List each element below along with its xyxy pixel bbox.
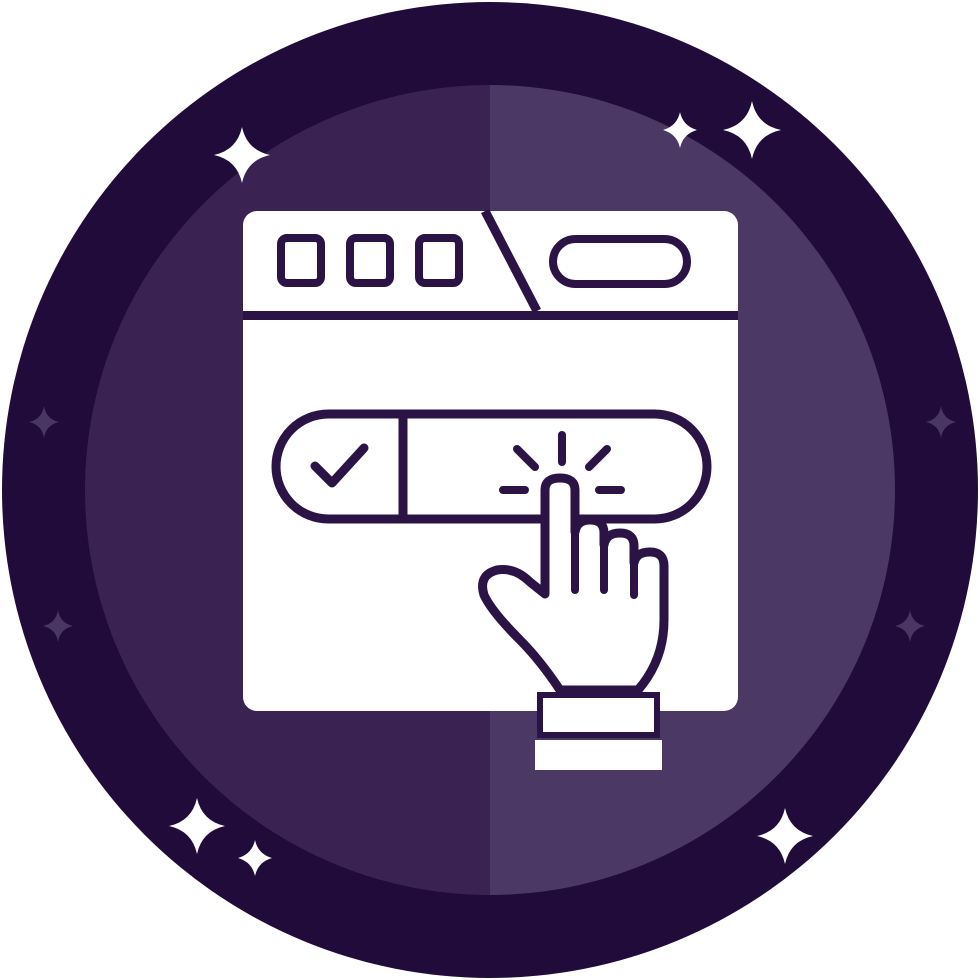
window-dot bbox=[415, 234, 463, 287]
badge-icon bbox=[2, 2, 978, 978]
cuff-band bbox=[535, 740, 662, 770]
address-bar-icon bbox=[549, 235, 691, 288]
window-dot bbox=[346, 234, 394, 287]
header-divider bbox=[243, 311, 738, 320]
cuff bbox=[537, 692, 660, 738]
window-dot bbox=[277, 234, 325, 287]
toggle-switch bbox=[271, 409, 712, 524]
